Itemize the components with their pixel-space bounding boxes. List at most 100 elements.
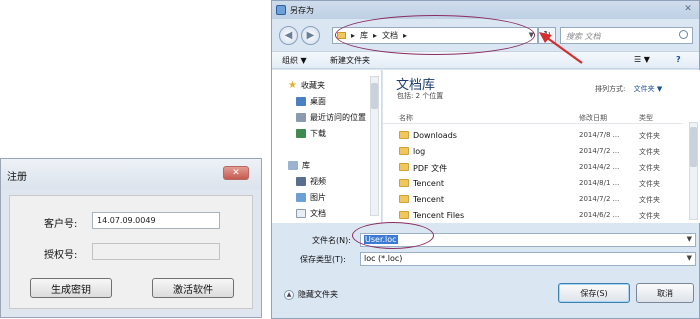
arrange-by[interactable]: 排列方式: 文件夹 ▼ — [595, 84, 662, 94]
nav-libraries[interactable]: 库 — [288, 160, 310, 171]
search-placeholder: 搜索 文档 — [566, 32, 601, 41]
nav-downloads[interactable]: 下载 — [296, 128, 326, 139]
library-subtitle[interactable]: 包括: 2 个位置 — [397, 91, 443, 101]
file-list-pane: 文档库 包括: 2 个位置 排列方式: 文件夹 ▼ 名称 修改日期 类型 Dow… — [383, 70, 700, 223]
file-date: 2014/4/2 ... — [579, 163, 620, 171]
help-icon[interactable]: ? — [676, 55, 681, 64]
file-name: PDF 文件 — [413, 164, 448, 173]
new-folder-button[interactable]: 新建文件夹 — [330, 55, 370, 66]
chevron-up-icon: ▲ — [284, 289, 294, 300]
file-name: log — [413, 147, 426, 156]
file-name: Tencent — [413, 195, 445, 204]
nav-pictures[interactable]: 图片 — [296, 192, 326, 203]
file-row[interactable]: log 2014/7/2 ... 文件夹 — [383, 144, 683, 159]
nav-downloads-label: 下载 — [310, 129, 326, 138]
view-options-button[interactable]: ☰ ▼ — [634, 55, 650, 64]
filetype-select[interactable]: loc (*.loc) ▼ — [360, 252, 696, 266]
filename-value: User.loc — [364, 235, 398, 244]
filetype-label: 保存类型(T): — [300, 255, 346, 264]
register-title: 注册 — [7, 172, 27, 183]
forward-button[interactable]: ▶ — [301, 26, 320, 45]
desktop-icon — [296, 97, 306, 106]
generate-key-button[interactable]: 生成密钥 — [30, 278, 112, 298]
file-date: 2014/7/2 ... — [579, 147, 620, 155]
file-row[interactable]: Tencent Files 2014/6/2 ... 文件夹 — [383, 208, 683, 220]
file-date: 2014/7/2 ... — [579, 195, 620, 203]
breadcrumb-library[interactable]: 库 — [360, 30, 368, 41]
register-body: 客户号: 14.07.09.0049 授权号: 生成密钥 激活软件 — [9, 195, 253, 309]
arrange-by-value[interactable]: 文件夹 ▼ — [634, 85, 663, 93]
file-name: Downloads — [413, 131, 457, 140]
filename-label: 文件名(N): — [312, 236, 351, 245]
customer-number-input[interactable]: 14.07.09.0049 — [92, 212, 220, 229]
refresh-button[interactable]: ↻ — [538, 27, 556, 44]
search-input[interactable]: 搜索 文档 — [560, 27, 693, 44]
back-button[interactable]: ◀ — [279, 26, 298, 45]
file-date: 2014/8/1 ... — [579, 179, 620, 187]
filetype-value: loc (*.loc) — [364, 254, 403, 263]
chevron-down-icon[interactable]: ▼ — [687, 235, 692, 243]
nav-favorites-label: 收藏夹 — [300, 81, 325, 90]
breadcrumb-separator: ▸ — [351, 31, 356, 40]
filename-input[interactable]: User.loc ▼ — [360, 233, 696, 247]
file-list-scrollbar[interactable] — [689, 122, 698, 220]
folder-icon — [399, 131, 409, 139]
file-type: 文件夹 — [639, 164, 660, 172]
save-as-close-button[interactable]: ✕ — [681, 3, 695, 15]
auth-number-label: 授权号: — [44, 250, 78, 261]
organize-menu[interactable]: 组织 ▼ — [282, 55, 307, 66]
folder-icon — [399, 163, 409, 171]
scrollbar-thumb[interactable] — [371, 83, 378, 109]
dialog-footer: ▲ 隐藏文件夹 保存(S) 取消 — [272, 275, 699, 315]
file-row[interactable]: Tencent 2014/8/1 ... 文件夹 — [383, 176, 683, 191]
picture-icon — [296, 193, 306, 202]
auth-number-input[interactable] — [92, 243, 220, 260]
hide-folders-toggle[interactable]: ▲ 隐藏文件夹 — [284, 289, 338, 300]
file-date: 2014/6/2 ... — [579, 211, 620, 219]
file-name: Tencent — [413, 179, 445, 188]
column-date-modified[interactable]: 修改日期 — [579, 113, 607, 123]
nav-favorites[interactable]: ★ 收藏夹 — [288, 80, 325, 91]
column-header-row: 名称 修改日期 类型 — [383, 110, 683, 124]
breadcrumb-documents[interactable]: 文档 — [382, 30, 398, 41]
nav-videos[interactable]: 视频 — [296, 176, 326, 187]
nav-pictures-label: 图片 — [310, 193, 326, 202]
column-name[interactable]: 名称 — [399, 113, 413, 123]
nav-libraries-label: 库 — [302, 161, 310, 170]
save-as-dialog: 另存为 ✕ ◀ ▶ ▸ 库 ▸ 文档 ▸ ▼ ↻ 搜索 文档 组织 ▼ 新建文件 — [271, 0, 700, 319]
save-as-titlebar: 另存为 ✕ — [272, 1, 699, 19]
file-row[interactable]: Downloads 2014/7/8 ... 文件夹 — [383, 128, 683, 143]
nav-desktop[interactable]: 桌面 — [296, 96, 326, 107]
column-type[interactable]: 类型 — [639, 113, 653, 123]
nav-recent-label: 最近访问的位置 — [310, 113, 366, 122]
folder-icon — [399, 147, 409, 155]
nav-documents[interactable]: 文档 — [296, 208, 326, 219]
save-form: 文件名(N): User.loc ▼ 保存类型(T): loc (*.loc) … — [272, 223, 699, 273]
download-icon — [296, 129, 306, 138]
file-type: 文件夹 — [639, 196, 660, 204]
save-button[interactable]: 保存(S) — [558, 283, 630, 303]
file-row[interactable]: Tencent 2014/7/2 ... 文件夹 — [383, 192, 683, 207]
nav-recent-places[interactable]: 最近访问的位置 — [296, 112, 366, 123]
file-date: 2014/7/8 ... — [579, 131, 620, 139]
scrollbar-thumb[interactable] — [690, 127, 697, 167]
register-close-button[interactable]: ✕ — [223, 166, 249, 180]
chevron-down-icon[interactable]: ▼ — [529, 31, 534, 39]
cancel-button[interactable]: 取消 — [636, 283, 694, 303]
nav-documents-label: 文档 — [310, 209, 326, 218]
command-toolbar: 组织 ▼ 新建文件夹 ☰ ▼ ? — [272, 51, 699, 69]
recent-places-icon — [296, 113, 306, 122]
library-icon — [288, 161, 298, 170]
nav-scrollbar[interactable] — [370, 76, 379, 216]
folder-small-icon — [337, 32, 346, 39]
address-bar[interactable]: ▸ 库 ▸ 文档 ▸ ▼ — [332, 27, 538, 44]
file-row[interactable]: PDF 文件 2014/4/2 ... 文件夹 — [383, 160, 683, 175]
save-as-title: 另存为 — [290, 6, 314, 15]
chevron-down-icon[interactable]: ▼ — [687, 254, 692, 262]
activate-software-button[interactable]: 激活软件 — [152, 278, 234, 298]
navigation-pane: ★ 收藏夹 桌面 最近访问的位置 下载 库 视频 图片 文档 — [272, 70, 382, 223]
nav-desktop-label: 桌面 — [310, 97, 326, 106]
file-name: Tencent Files — [413, 211, 465, 220]
navigation-bar: ◀ ▶ ▸ 库 ▸ 文档 ▸ ▼ ↻ 搜索 文档 — [272, 21, 699, 49]
breadcrumb-separator: ▸ — [403, 31, 408, 40]
